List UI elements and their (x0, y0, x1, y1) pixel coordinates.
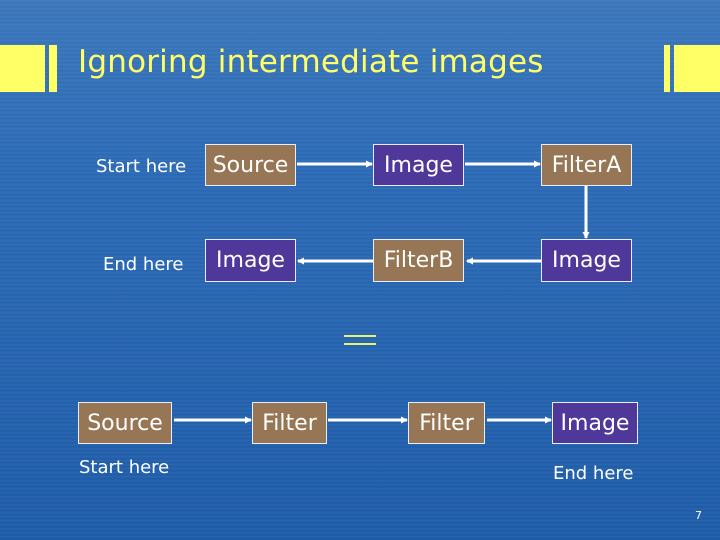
node-filter-a: FilterA (541, 144, 632, 186)
node-image-1: Image (373, 144, 464, 186)
equals-sign (344, 335, 376, 351)
node-source: Source (205, 144, 296, 186)
node-image-2: Image (541, 239, 632, 282)
node-bottom-filter-2: Filter (408, 402, 485, 444)
node-filter-b: FilterB (373, 239, 464, 282)
top-start-label: Start here (96, 156, 187, 177)
node-bottom-filter-1: Filter (252, 402, 327, 444)
node-image-3: Image (205, 239, 296, 282)
bottom-start-label: Start here (79, 457, 170, 478)
bottom-end-label: End here (553, 463, 634, 484)
page-number: 7 (695, 509, 702, 522)
equals-bar-top (344, 335, 376, 337)
node-bottom-source: Source (78, 402, 172, 444)
equals-bar-bottom (344, 343, 376, 345)
node-bottom-image: Image (552, 402, 638, 444)
top-end-label: End here (103, 254, 184, 275)
